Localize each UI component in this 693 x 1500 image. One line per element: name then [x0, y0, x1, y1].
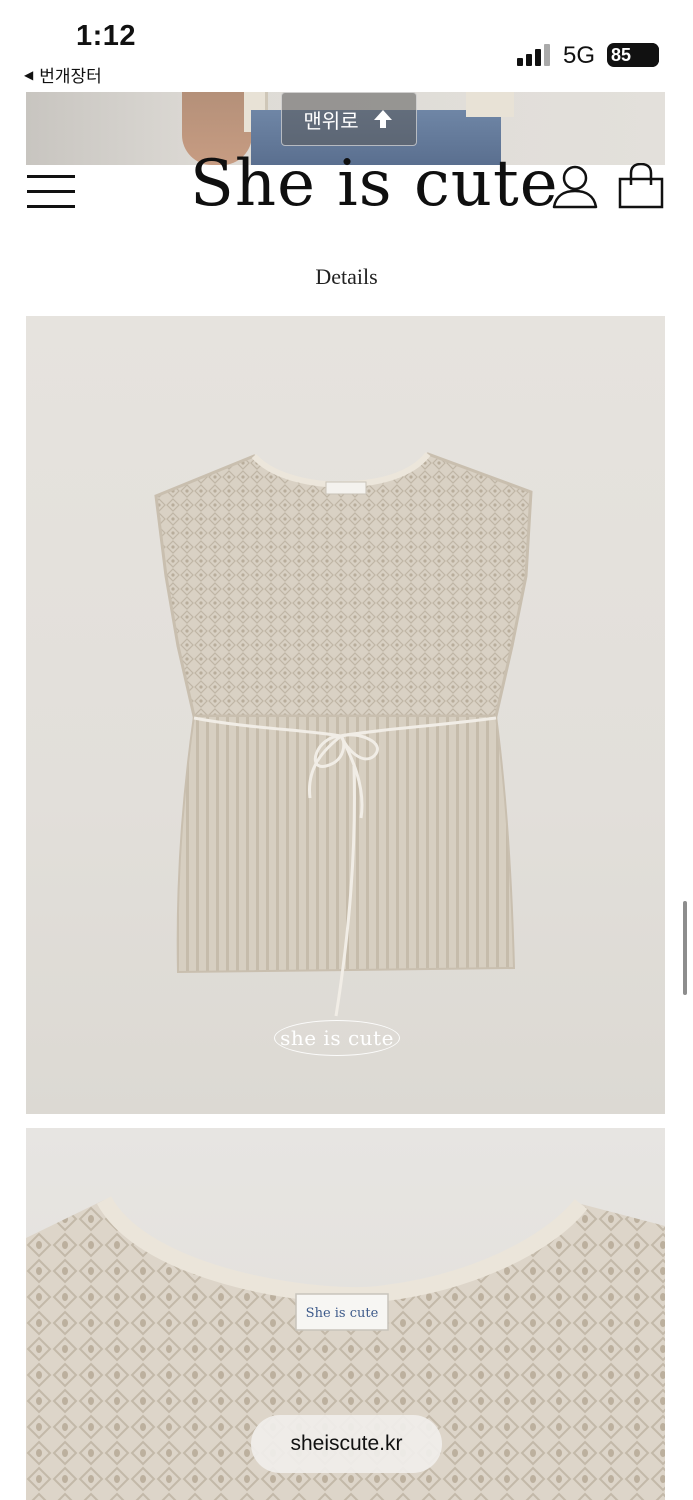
site-url-pill[interactable]: sheiscute.kr — [251, 1415, 442, 1473]
section-title: Details — [315, 264, 378, 289]
shopping-bag-icon[interactable] — [616, 163, 666, 209]
scroll-to-top-button[interactable]: 맨위로 — [281, 92, 417, 146]
user-icon[interactable] — [551, 165, 599, 209]
cellular-signal-icon — [517, 44, 553, 66]
status-time: 1:12 — [76, 20, 137, 52]
battery-level: 85 — [611, 45, 632, 65]
back-app-label: 번개장터 — [39, 67, 102, 87]
scrollbar[interactable] — [683, 901, 687, 995]
status-bar: 1:12 ◀ 번개장터 5G 85 — [0, 0, 693, 92]
closeup-neck-label: She is cute — [306, 1306, 379, 1321]
site-header: She is cute — [0, 147, 693, 245]
network-type: 5G — [563, 42, 596, 69]
scroll-to-top-label: 맨위로 — [303, 108, 359, 133]
back-to-app-link[interactable]: ◀ 번개장터 — [24, 62, 102, 87]
knit-top-illustration — [154, 452, 533, 1017]
product-photo-full: she is cute — [26, 316, 665, 1114]
arrow-up-icon — [373, 110, 392, 128]
hamburger-menu-icon[interactable] — [27, 171, 77, 208]
battery-icon: 85 — [607, 43, 659, 67]
site-logo[interactable]: She is cute — [190, 147, 559, 221]
back-triangle-icon: ◀ — [24, 67, 34, 82]
photo-watermark: she is cute — [274, 1020, 400, 1056]
